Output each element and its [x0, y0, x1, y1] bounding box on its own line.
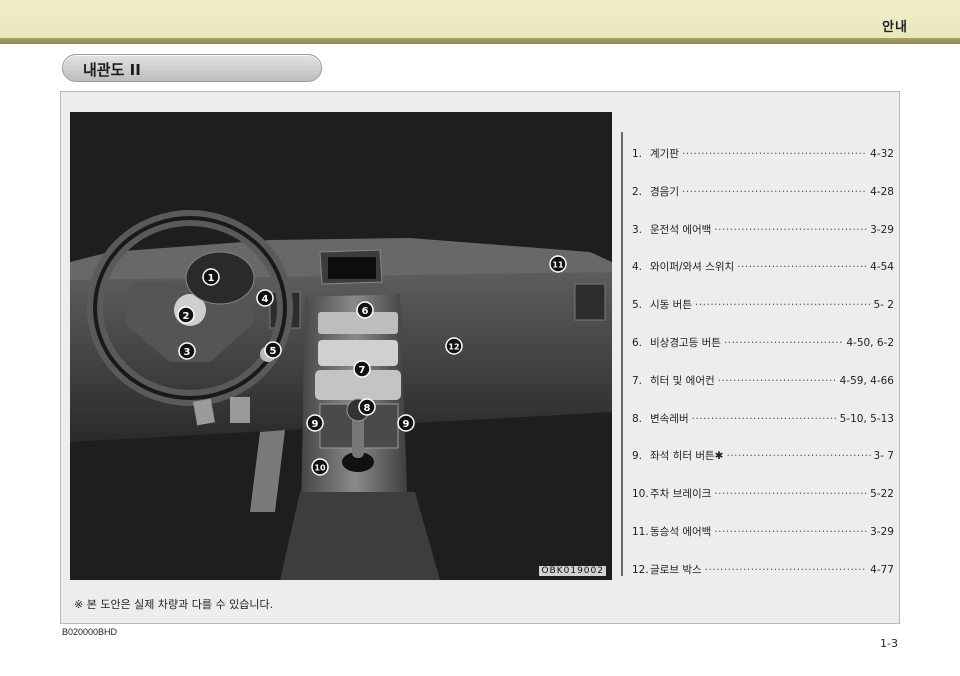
legend-label: 주차 브레이크: [650, 488, 712, 501]
legend-label: 좌석 히터 버튼✱: [650, 450, 724, 463]
photo-code: OBK019002: [539, 566, 606, 576]
legend-page: 3-29: [870, 525, 894, 538]
leader-dots: ········································…: [726, 450, 870, 463]
leader-dots: ········································…: [737, 261, 867, 274]
section-title-pill: 내관도 II: [62, 54, 322, 82]
legend-number: 3.: [632, 223, 643, 236]
leader-dots: ········································…: [694, 299, 871, 312]
legend-list: 1. 계기판 ···································…: [632, 146, 894, 600]
legend-number: 6.: [632, 336, 643, 349]
legend-page: 4-28: [870, 185, 894, 198]
leader-dots: ········································…: [714, 223, 867, 236]
legend-item: 12. 글로브 박스 ·······························…: [632, 562, 894, 600]
legend-label: 글로브 박스: [650, 563, 702, 576]
legend-item: 2. 경음기 ···································…: [632, 184, 894, 222]
legend-number: 11.: [632, 525, 649, 538]
header-title: 안내: [882, 20, 908, 35]
legend-number: 9.: [632, 450, 643, 463]
legend-label: 경음기: [650, 185, 679, 198]
legend-page: 5-22: [870, 488, 894, 501]
legend-number: 2.: [632, 185, 643, 198]
legend-number: 8.: [632, 412, 643, 425]
legend-item: 1. 계기판 ···································…: [632, 146, 894, 184]
leader-dots: ········································…: [681, 148, 868, 160]
leader-dots: ········································…: [704, 563, 868, 576]
disclaimer-note: ※ 본 도안은 실제 차량과 다를 수 있습니다.: [74, 598, 274, 611]
legend-item: 11. 동승석 에어백 ······························…: [632, 524, 894, 562]
legend-label: 계기판: [650, 148, 679, 160]
legend-page: 3-29: [870, 223, 894, 236]
legend-number: 5.: [632, 299, 643, 312]
section-title: 내관도 II: [83, 61, 141, 79]
leader-dots: ········································…: [681, 185, 868, 198]
leader-dots: ········································…: [714, 488, 867, 501]
document-code: B020000BHD: [62, 627, 118, 637]
legend-item: 6. 비상경고등 버튼 ······························…: [632, 335, 894, 373]
legend-page: 5-10, 5-13: [839, 412, 894, 425]
page-number: 1-3: [880, 637, 898, 650]
legend-item: 9. 좌석 히터 버튼✱ ·····························…: [632, 448, 894, 486]
legend-item: 4. 와이퍼/와셔 스위치 ····························…: [632, 259, 894, 297]
legend-number: 4.: [632, 261, 643, 274]
legend-page: 4-59, 4-66: [839, 374, 894, 387]
legend-number: 1.: [632, 148, 643, 160]
legend-label: 와이퍼/와셔 스위치: [650, 261, 735, 274]
legend-label: 시동 버튼: [650, 299, 692, 312]
legend-label: 운전석 에어백: [650, 223, 712, 236]
legend-page: 4-54: [870, 261, 894, 274]
legend-number: 12.: [632, 563, 649, 576]
legend-item: 10. 주차 브레이크 ······························…: [632, 486, 894, 524]
legend-item: 3. 운전석 에어백 ·······························…: [632, 222, 894, 260]
legend-page: 3- 7: [873, 450, 895, 463]
dashboard-photo: OBK019002: [70, 112, 612, 580]
legend-page: 4-50, 6-2: [846, 336, 894, 349]
legend-number: 10.: [632, 488, 649, 501]
legend-item: 8. 변속레버 ··································…: [632, 411, 894, 449]
dashboard-illustration: [70, 112, 612, 580]
leader-dots: ········································…: [723, 336, 844, 349]
legend-page: 4-32: [870, 148, 894, 160]
legend-item: 5. 시동 버튼 ·································…: [632, 297, 894, 335]
header-bar: 안내: [0, 0, 960, 44]
leader-dots: ········································…: [691, 412, 837, 425]
legend-page: 4-77: [870, 563, 894, 576]
legend-page: 5- 2: [873, 299, 895, 312]
legend-label: 히터 및 에어컨: [650, 374, 715, 387]
legend-label: 비상경고등 버튼: [650, 336, 721, 349]
legend-number: 7.: [632, 374, 643, 387]
legend-label: 동승석 에어백: [650, 525, 712, 538]
leader-dots: ········································…: [714, 525, 867, 538]
column-divider: [621, 132, 623, 576]
legend-label: 변속레버: [650, 412, 689, 425]
leader-dots: ········································…: [717, 374, 837, 387]
legend-item: 7. 히터 및 에어컨 ······························…: [632, 373, 894, 411]
